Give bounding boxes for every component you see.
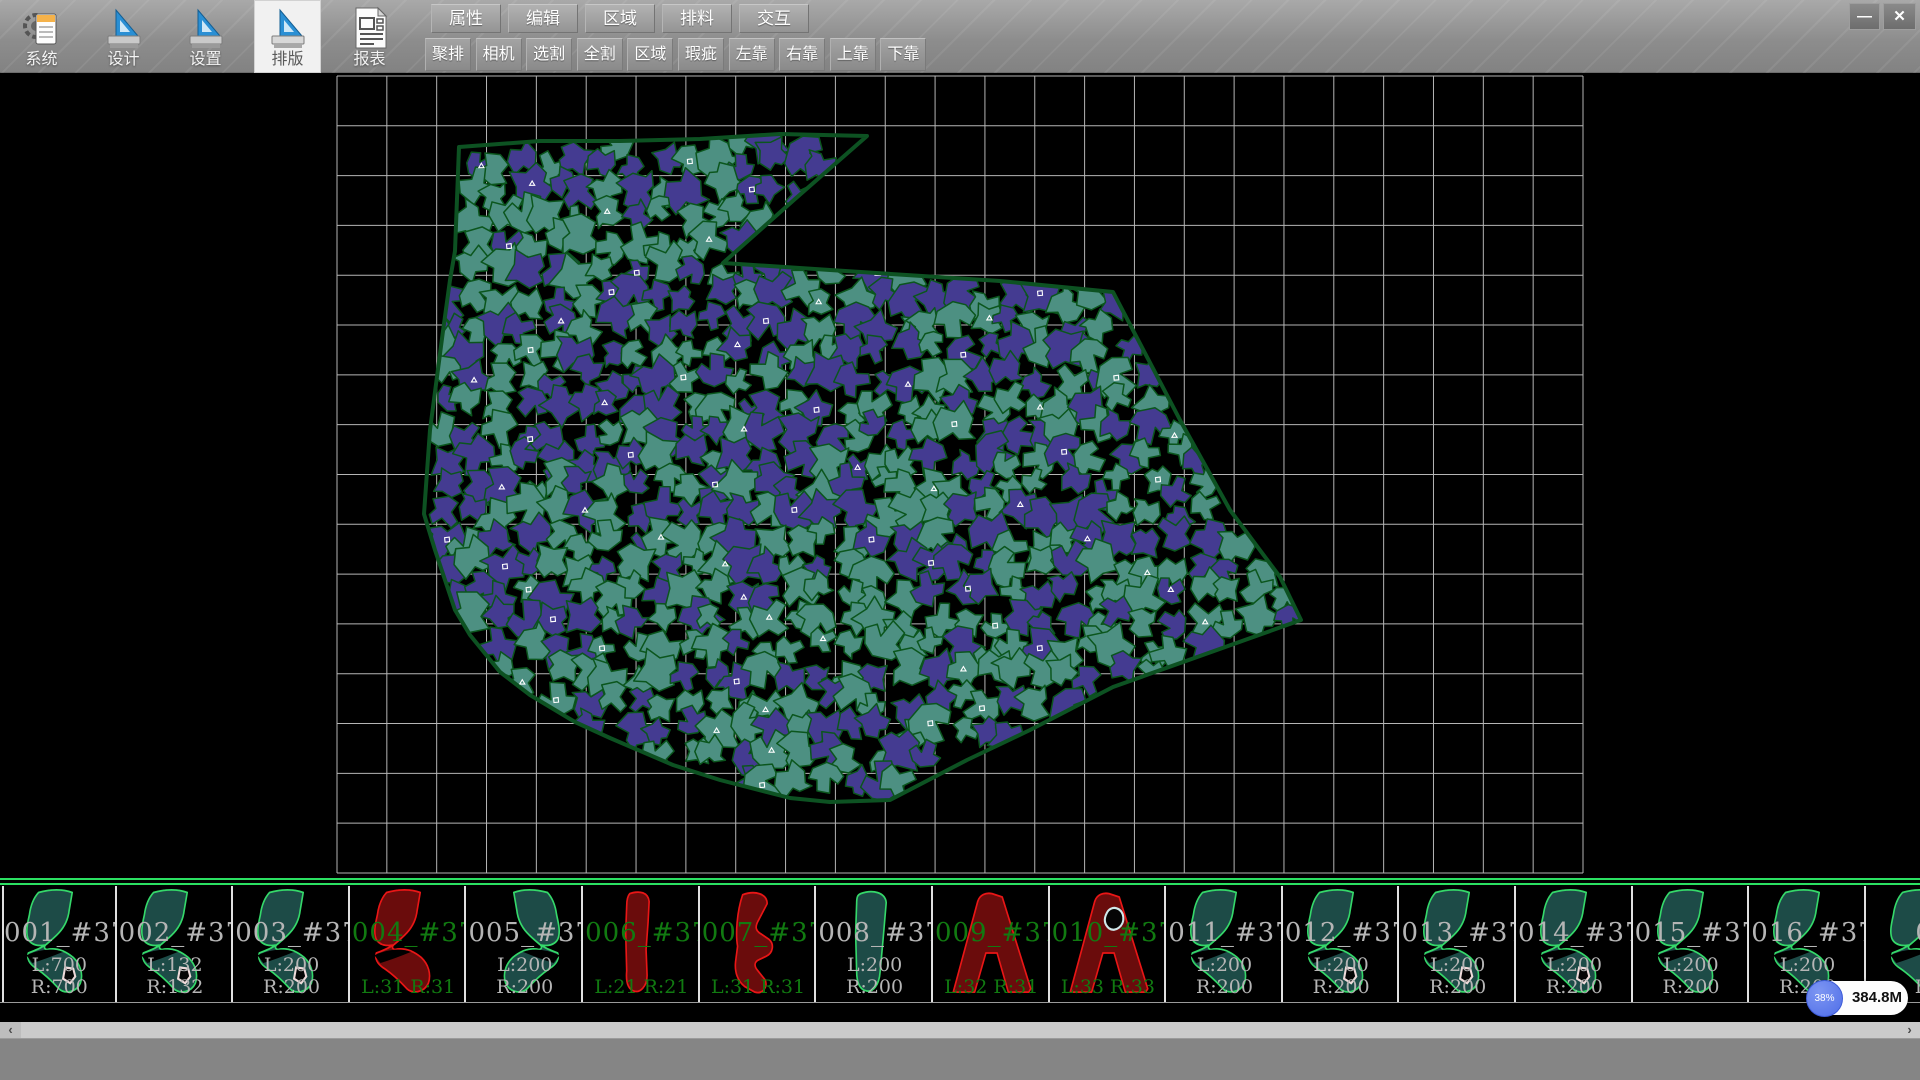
thumbnail-lr-count: L:200 R:200 xyxy=(1518,954,1631,998)
tool-button-上靠[interactable]: 上靠 xyxy=(830,38,876,71)
thumbnail-label: 015_#37 xyxy=(1635,918,1748,948)
menu-tab-排料[interactable]: 排料 xyxy=(662,4,732,33)
tool-button-聚排[interactable]: 聚排 xyxy=(425,38,471,71)
thumbnail-lr-count: L:200 R:200 xyxy=(1285,954,1398,998)
thumbnail-cell-003_#37[interactable]: 003_#37 L:200 R:200 xyxy=(235,886,350,1002)
minimize-button[interactable]: — xyxy=(1849,3,1880,30)
thumbnail-label: 001_#37 xyxy=(4,918,115,948)
thumbnail-lr-count: L:700 R:700 xyxy=(4,954,115,998)
main-button-排版[interactable]: 排版 xyxy=(254,0,321,73)
thumbnail-lr-count: L:200 R:200 xyxy=(1168,954,1281,998)
thumbnail-lr-count: L:200 R:200 xyxy=(818,954,931,998)
menu-tab-交互[interactable]: 交互 xyxy=(739,4,809,33)
strip-bottom-border xyxy=(0,1002,1920,1003)
thumbnail-label: 006_#37 xyxy=(585,918,698,948)
piece-thumbnail-strip: 001_#37 L:700 R:700002_#37 L:132 R:132003_… xyxy=(0,878,1920,1022)
tool-button-区域[interactable]: 区域 xyxy=(627,38,673,71)
main-button-label: 排版 xyxy=(271,50,303,70)
main-button-设计[interactable]: 设计 xyxy=(90,0,157,73)
tool-button-全割[interactable]: 全割 xyxy=(577,38,623,71)
thumbnail-label: 012_#37 xyxy=(1285,918,1398,948)
thumbnail-label: 005_#37 xyxy=(468,918,581,948)
scroll-left-button[interactable]: ‹ xyxy=(0,1022,21,1038)
thumbnail-label: 016_#37 xyxy=(1751,918,1864,948)
thumbnail-cell-005_#37[interactable]: 005_#37 L:200 R:200 xyxy=(468,886,583,1002)
tool-button-左靠[interactable]: 左靠 xyxy=(729,38,775,71)
close-button[interactable]: ✕ xyxy=(1883,3,1916,30)
tool-button-瑕疵[interactable]: 瑕疵 xyxy=(678,38,724,71)
thumbnail-label: 003_#37 xyxy=(235,918,348,948)
application-window: 系统设计设置排版报表 属性编辑区域排料交互 聚排相机选割全割区域瑕疵左靠右靠上靠… xyxy=(0,0,1920,1080)
thumbnail-lr-count: L:31 R:31 xyxy=(352,976,465,998)
status-bar xyxy=(0,1038,1920,1080)
main-button-label: 设置 xyxy=(189,50,221,70)
thumbnail-lr-count: L:21 R:21 xyxy=(585,976,698,998)
main-button-label: 系统 xyxy=(25,50,57,70)
thumbnail-cell-004_#37[interactable]: 004_#37 L:31 R:31 xyxy=(352,886,467,1002)
thumbnail-cell-014_#37[interactable]: 014_#37 L:200 R:200 xyxy=(1518,886,1633,1002)
thumbnail-cell-008_#37[interactable]: 008_#37 L:200 R:200 xyxy=(818,886,933,1002)
thumbnail-label: 011_#37 xyxy=(1168,918,1281,948)
strip-divider-line xyxy=(0,878,1920,880)
thumbnail-lr-count: L:200 R:200 xyxy=(1401,954,1514,998)
report-icon xyxy=(350,6,390,50)
thumbnail-lr-count: L:200 R:200 xyxy=(468,954,581,998)
main-button-label: 设计 xyxy=(107,50,139,70)
thumbnail-lr-count: L:33 R:33 xyxy=(1052,976,1165,998)
tool-button-下靠[interactable]: 下靠 xyxy=(880,38,926,71)
thumbnail-label: 007_#37 xyxy=(702,918,815,948)
nesting-canvas[interactable] xyxy=(0,73,1920,878)
menu-tab-属性[interactable]: 属性 xyxy=(431,4,501,33)
menu-tab-区域[interactable]: 区域 xyxy=(585,4,655,33)
progress-badge: 38% 384.8M xyxy=(1808,981,1908,1015)
thumbnail-label: 002_#37 xyxy=(119,918,232,948)
thumbnail-cell-013_#37[interactable]: 013_#37 L:200 R:200 xyxy=(1401,886,1516,1002)
thumbnail-cell-001_#37[interactable]: 001_#37 L:700 R:700 xyxy=(2,886,117,1002)
main-button-设置[interactable]: 设置 xyxy=(172,0,239,73)
thumbnail-cell-006_#37[interactable]: 006_#37 L:21 R:21 xyxy=(585,886,700,1002)
thumbnail-cell-011_#37[interactable]: 011_#37 L:200 R:200 xyxy=(1168,886,1283,1002)
horizontal-scrollbar[interactable]: ‹ › xyxy=(0,1022,1920,1038)
progress-percent: 38% xyxy=(1806,980,1843,1017)
thumbnail-lr-count: L:31 R:31 xyxy=(702,976,815,998)
main-button-报表[interactable]: 报表 xyxy=(336,0,403,73)
thumbnail-label: 010_#37 xyxy=(1052,918,1165,948)
tool-button-相机[interactable]: 相机 xyxy=(476,38,522,71)
thumbnail-lr-count: L:200 R:200 xyxy=(235,954,348,998)
tool-button-右靠[interactable]: 右靠 xyxy=(779,38,825,71)
menu-tab-编辑[interactable]: 编辑 xyxy=(508,4,578,33)
design-icon xyxy=(104,6,144,50)
thumbnail-label: 009_#37 xyxy=(935,918,1048,948)
thumbnail-lr-count: L:200 R:200 xyxy=(1635,954,1748,998)
thumbnail-label: 014_#37 xyxy=(1518,918,1631,948)
thumbnail-cell-010_#37[interactable]: 010_#37 L:33 R:33 xyxy=(1052,886,1167,1002)
main-button-系统[interactable]: 系统 xyxy=(8,0,75,73)
tool-button-选割[interactable]: 选割 xyxy=(526,38,572,71)
thumbnail-label: 013_#37 xyxy=(1401,918,1514,948)
thumbnail-cell-012_#37[interactable]: 012_#37 L:200 R:200 xyxy=(1285,886,1400,1002)
memory-usage: 384.8M xyxy=(1848,981,1906,1015)
thumbnail-lr-count: L:32 R:31 xyxy=(935,976,1048,998)
thumbnail-label: 004_#37 xyxy=(352,918,465,948)
thumbnail-label: 008_#37 xyxy=(818,918,931,948)
strip-divider-line xyxy=(0,883,1920,885)
thumbnail-label: 0 xyxy=(1868,918,1920,948)
thumbnail-cells: 001_#37 L:700 R:700002_#37 L:132 R:132003_… xyxy=(0,886,1920,1002)
toolbar: 系统设计设置排版报表 属性编辑区域排料交互 聚排相机选割全割区域瑕疵左靠右靠上靠… xyxy=(0,0,1920,73)
thumbnail-cell-009_#37[interactable]: 009_#37 L:32 R:31 xyxy=(935,886,1050,1002)
thumbnail-cell-002_#37[interactable]: 002_#37 L:132 R:132 xyxy=(119,886,234,1002)
main-button-label: 报表 xyxy=(353,50,385,70)
scroll-right-button[interactable]: › xyxy=(1899,1022,1920,1038)
settings-icon xyxy=(186,6,226,50)
system-icon xyxy=(22,6,62,50)
thumbnail-cell-015_#37[interactable]: 015_#37 L:200 R:200 xyxy=(1635,886,1750,1002)
thumbnail-cell-007_#37[interactable]: 007_#37 L:31 R:31 xyxy=(702,886,817,1002)
thumbnail-lr-count: L:132 R:132 xyxy=(119,954,232,998)
nesting-icon xyxy=(268,6,308,50)
